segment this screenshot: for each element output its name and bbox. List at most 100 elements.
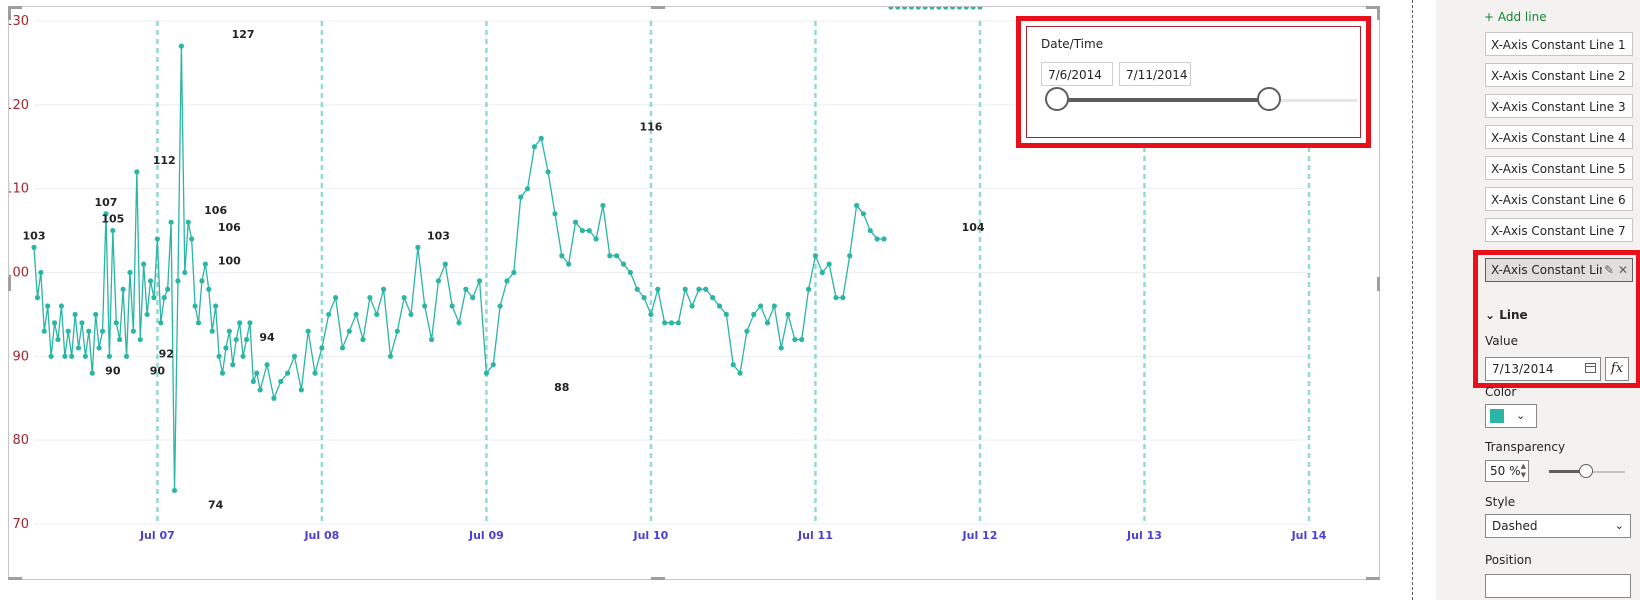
calendar-icon[interactable] bbox=[1585, 363, 1596, 373]
data-point bbox=[374, 311, 380, 318]
data-point bbox=[751, 311, 757, 318]
constant-line-item[interactable]: X-Axis Constant Line 7 bbox=[1485, 218, 1633, 242]
data-point bbox=[593, 236, 599, 242]
data-point bbox=[490, 362, 496, 368]
data-point bbox=[137, 336, 143, 343]
data-label: 92 bbox=[159, 348, 174, 361]
data-point bbox=[264, 362, 270, 368]
data-point bbox=[175, 278, 181, 284]
data-point bbox=[123, 353, 130, 359]
style-value: Dashed bbox=[1492, 519, 1538, 533]
y-tick-label: 120 bbox=[9, 98, 29, 113]
data-point bbox=[161, 295, 167, 301]
end-date-input[interactable]: 7/11/2014 bbox=[1119, 62, 1191, 86]
data-point bbox=[206, 286, 212, 292]
color-swatch bbox=[1490, 409, 1504, 423]
data-point bbox=[48, 353, 54, 359]
data-point bbox=[120, 286, 126, 292]
date-slicer[interactable]: Date/Time 7/6/2014 7/11/2014 bbox=[1016, 16, 1371, 148]
data-point bbox=[689, 303, 695, 309]
chevron-down-icon: ⌄ bbox=[1516, 409, 1526, 422]
close-icon[interactable]: ✕ bbox=[1618, 263, 1628, 277]
range-start-handle[interactable] bbox=[1045, 87, 1069, 111]
data-point bbox=[641, 295, 647, 301]
data-point bbox=[99, 328, 106, 334]
data-point bbox=[771, 303, 777, 309]
data-point bbox=[278, 378, 284, 385]
constant-line-item[interactable]: X-Axis Constant Line 5 bbox=[1485, 156, 1633, 180]
data-point bbox=[655, 286, 661, 292]
data-point bbox=[31, 244, 37, 250]
add-line-link[interactable]: + Add line bbox=[1484, 10, 1547, 24]
data-point bbox=[93, 311, 99, 318]
data-point bbox=[730, 362, 736, 368]
data-point bbox=[298, 387, 304, 393]
data-point bbox=[209, 328, 215, 334]
data-point bbox=[96, 345, 102, 351]
constant-line-item[interactable]: X-Axis Constant Line 3 bbox=[1485, 94, 1633, 118]
x-tick-label: Jul 14 bbox=[1291, 529, 1327, 542]
y-tick-label: 80 bbox=[12, 433, 29, 448]
constant-line-item[interactable]: X-Axis Constant Line 6 bbox=[1485, 187, 1633, 211]
constant-line-item[interactable]: X-Axis Constant Line 1 bbox=[1485, 32, 1633, 56]
data-point bbox=[511, 269, 517, 276]
data-point bbox=[250, 378, 256, 385]
data-point bbox=[182, 269, 188, 276]
data-point bbox=[915, 7, 921, 10]
data-point bbox=[257, 387, 263, 393]
range-end-handle[interactable] bbox=[1257, 87, 1281, 111]
data-label: 100 bbox=[218, 255, 241, 268]
data-point bbox=[716, 303, 723, 309]
data-point bbox=[545, 169, 551, 175]
pencil-icon[interactable]: ✎ bbox=[1604, 263, 1614, 277]
data-point bbox=[853, 202, 860, 209]
constant-line-item[interactable]: X-Axis Constant Line 2 bbox=[1485, 63, 1633, 87]
selected-constant-line[interactable]: X-Axis Constant Line 8 ✎ ✕ bbox=[1485, 258, 1633, 282]
data-point bbox=[130, 328, 136, 334]
value-text: 7/13/2014 bbox=[1492, 362, 1554, 376]
data-point bbox=[435, 278, 442, 284]
data-point bbox=[233, 336, 239, 343]
line-section-header[interactable]: ⌄ Line bbox=[1485, 308, 1528, 322]
color-picker[interactable]: ⌄ bbox=[1485, 404, 1537, 428]
data-point bbox=[703, 286, 709, 292]
data-point bbox=[82, 353, 89, 359]
data-point bbox=[117, 336, 123, 343]
data-point bbox=[518, 194, 524, 200]
data-point bbox=[620, 261, 627, 267]
data-point bbox=[970, 7, 976, 10]
start-date-input[interactable]: 7/6/2014 bbox=[1041, 62, 1113, 86]
data-point bbox=[668, 320, 675, 326]
data-point bbox=[69, 353, 75, 359]
data-point bbox=[72, 311, 78, 318]
transparency-value: 50 % bbox=[1490, 464, 1521, 478]
data-point bbox=[86, 328, 92, 334]
data-point bbox=[682, 286, 688, 292]
data-point bbox=[847, 253, 853, 259]
spin-icon[interactable]: ▲ ▼ bbox=[1521, 462, 1526, 480]
data-point bbox=[504, 278, 510, 284]
data-point bbox=[79, 320, 85, 326]
x-tick-label: Jul 10 bbox=[633, 529, 669, 542]
transparency-slider-handle[interactable] bbox=[1579, 464, 1593, 478]
fx-button[interactable]: fx bbox=[1605, 357, 1629, 381]
data-point bbox=[319, 345, 325, 351]
value-date-input[interactable]: 7/13/2014 bbox=[1485, 357, 1601, 381]
position-dropdown[interactable] bbox=[1485, 574, 1631, 598]
x-tick-label: Jul 11 bbox=[797, 529, 833, 542]
x-tick-label: Jul 13 bbox=[1126, 529, 1162, 542]
date-slicer-frame: Date/Time 7/6/2014 7/11/2014 bbox=[1026, 26, 1361, 138]
data-point bbox=[230, 362, 236, 368]
constant-line-item[interactable]: X-Axis Constant Line 4 bbox=[1485, 125, 1633, 149]
style-dropdown[interactable]: Dashed ⌄ bbox=[1485, 514, 1631, 538]
data-point bbox=[326, 311, 332, 318]
chevron-down-icon: ⌄ bbox=[1485, 308, 1496, 322]
data-point bbox=[662, 320, 668, 326]
data-point bbox=[476, 278, 483, 284]
data-point bbox=[199, 278, 205, 284]
data-point bbox=[614, 253, 620, 259]
data-point bbox=[226, 328, 232, 334]
data-point bbox=[881, 236, 887, 242]
transparency-input[interactable]: 50 % ▲ ▼ bbox=[1485, 460, 1529, 482]
data-point bbox=[185, 219, 191, 225]
